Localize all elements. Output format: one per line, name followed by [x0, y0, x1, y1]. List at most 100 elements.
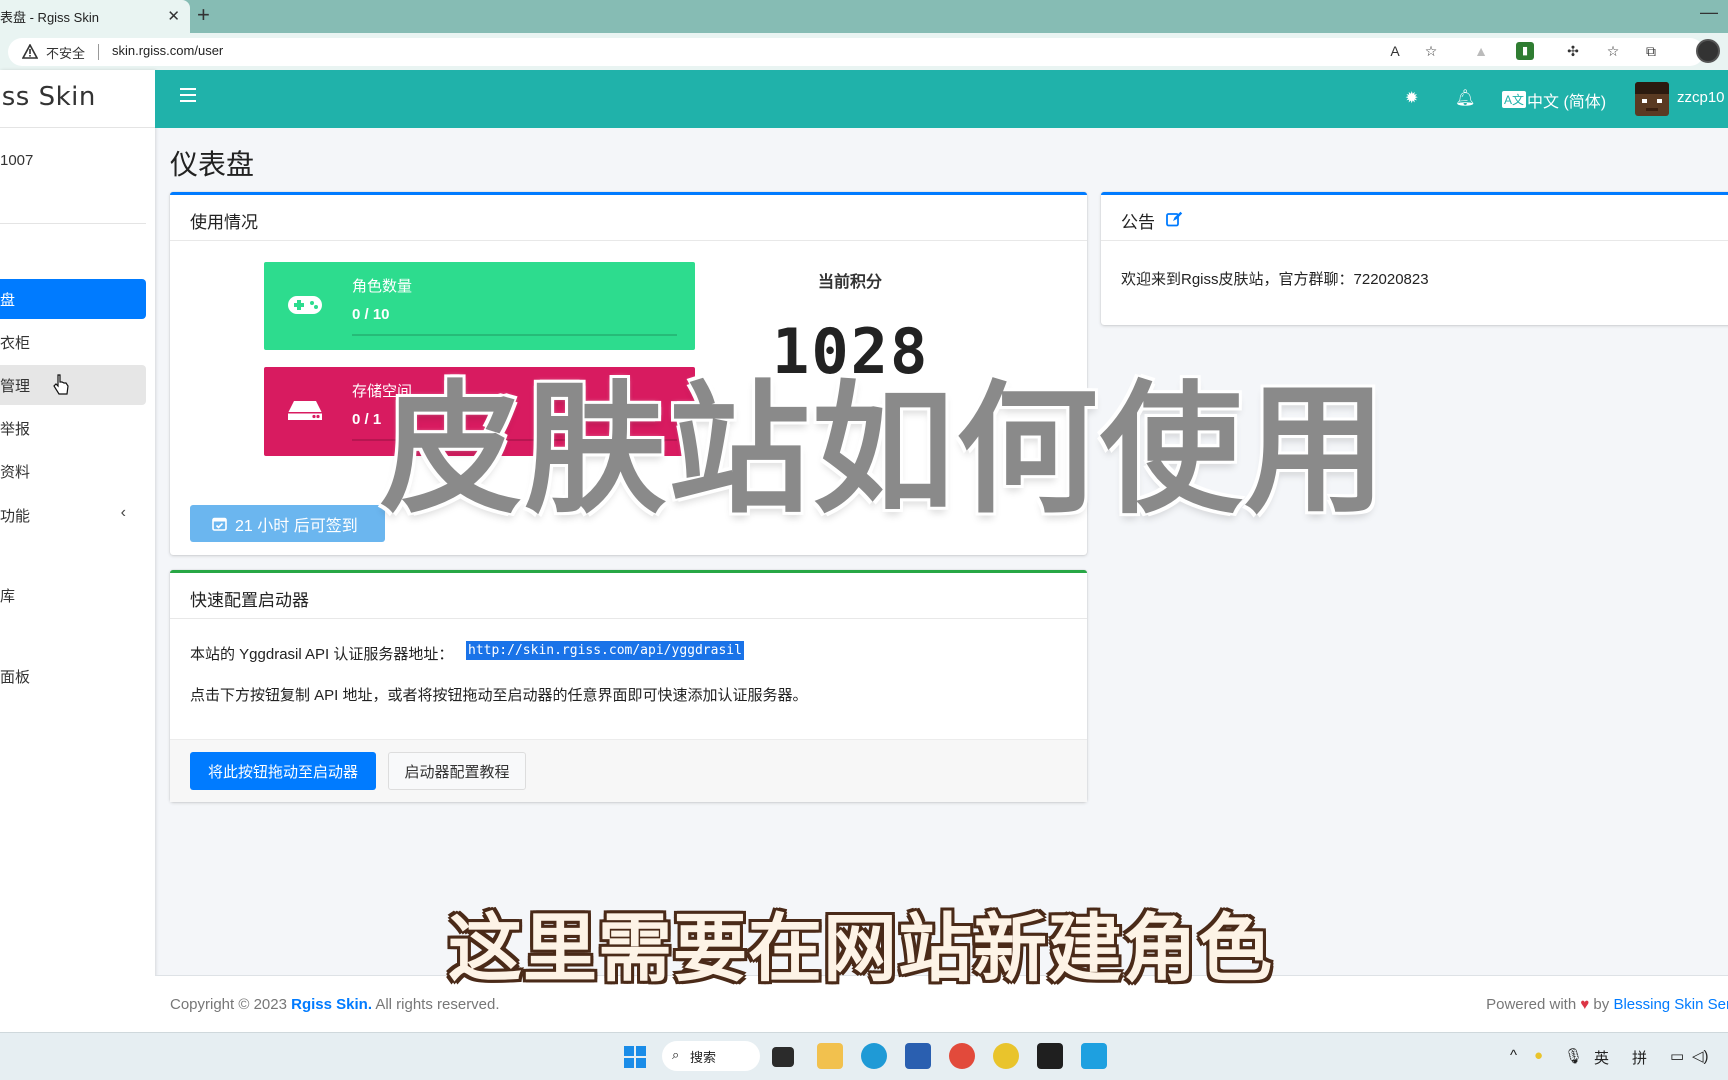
usage-card-header: 使用情况	[170, 195, 1087, 241]
task-view-icon[interactable]	[772, 1047, 794, 1067]
launcher-tutorial-button[interactable]: 启动器配置教程	[388, 752, 526, 790]
app-yellow-icon[interactable]	[993, 1043, 1019, 1069]
sidebar: iss Skin 1007 盘 衣柜 管理 举报 资料 功能 ‹ 库 面板	[0, 70, 155, 1032]
site-link[interactable]: Rgiss Skin.	[291, 996, 372, 1013]
calendar-check-icon	[212, 517, 227, 531]
bell-icon[interactable]: 🔔︎	[1455, 88, 1475, 108]
top-navbar: ✹ 🔔︎ A文 中文 (简体) zzcp10	[155, 70, 1728, 128]
taskbar-search[interactable]: ⌕ 搜索	[662, 1041, 760, 1071]
language-icon: A文	[1502, 91, 1527, 108]
extension-triangle-icon[interactable]: ▲	[1472, 42, 1490, 60]
volume-icon[interactable]: ◁)	[1692, 1047, 1709, 1065]
microphone-icon[interactable]: 🎙︎	[1564, 1047, 1583, 1065]
heart-icon: ♥	[1580, 996, 1590, 1013]
blessing-skin-link[interactable]: Blessing Skin Ser	[1613, 996, 1728, 1013]
network-icon[interactable]: ▭	[1670, 1047, 1684, 1065]
new-tab-button[interactable]: +	[197, 4, 210, 26]
profile-icon[interactable]	[1696, 39, 1720, 63]
checkin-button[interactable]: 21 小时 后可签到	[190, 505, 385, 542]
score-title: 当前积分	[818, 274, 883, 291]
browser-tab-bar: 表盘 - Rgiss Skin ✕ + —	[0, 0, 1728, 33]
browser-toolbar: 不安全 skin.rgiss.com/user A ☆ ▲ ▮ ✣ ☆ ⧉	[0, 33, 1728, 70]
roles-label: 角色数量	[352, 278, 413, 295]
sidebar-item-closet[interactable]: 衣柜	[0, 322, 146, 362]
roles-value: 0 / 10	[352, 306, 390, 323]
extension-green-icon[interactable]: ▮	[1516, 42, 1534, 60]
powered-prefix: Powered with	[1486, 996, 1581, 1013]
favorite-add-icon[interactable]: ☆	[1422, 42, 1440, 60]
sidebar-item-label: 资料	[0, 463, 31, 481]
drag-to-launcher-button[interactable]: 将此按钮拖动至启动器	[190, 752, 376, 790]
notice-card: 公告	[1101, 192, 1728, 325]
tab-title: 表盘 - Rgiss Skin	[0, 10, 99, 25]
gamepad-icon	[288, 296, 322, 314]
address-bar[interactable]: 不安全 skin.rgiss.com/user A ☆ ▲ ▮ ✣ ☆ ⧉	[8, 38, 1704, 66]
sidebar-item-more-features[interactable]: 功能 ‹	[0, 495, 146, 535]
hard-drive-icon	[288, 401, 322, 420]
search-icon: ⌕	[672, 1047, 680, 1062]
overlay-title: 皮肤站如何使用	[380, 368, 1388, 533]
sidebar-item-label: 功能	[0, 507, 31, 525]
app-red-icon[interactable]	[949, 1043, 975, 1069]
ime-mode[interactable]: 拼	[1632, 1047, 1647, 1068]
tab-close-icon[interactable]: ✕	[167, 7, 180, 25]
browser-tab[interactable]: 表盘 - Rgiss Skin ✕	[0, 0, 190, 33]
favorites-icon[interactable]: ☆	[1604, 42, 1622, 60]
powered-by: by	[1589, 996, 1614, 1013]
roles-progress-bar	[352, 334, 677, 336]
tray-chevron-up-icon[interactable]: ^	[1510, 1047, 1517, 1064]
copyright-text: Copyright © 2023 Rgiss Skin. All rights …	[170, 996, 500, 1013]
app-blue-icon[interactable]	[1081, 1043, 1107, 1069]
minimize-button[interactable]: —	[1700, 2, 1718, 23]
tray-app-icon[interactable]: ●	[1534, 1047, 1543, 1064]
notice-text: 欢迎来到Rgiss皮肤站，官方群聊：722020823	[1121, 271, 1429, 288]
sidebar-item-label: 库	[0, 587, 16, 605]
edge-browser-icon[interactable]	[861, 1043, 887, 1069]
url-text[interactable]: skin.rgiss.com/user	[112, 43, 223, 58]
notice-card-header: 公告	[1101, 195, 1728, 241]
sidebar-item-skinlib[interactable]: 库	[0, 575, 146, 615]
user-menu-name[interactable]: zzcp10	[1677, 89, 1725, 106]
menu-toggle-icon[interactable]	[180, 88, 196, 102]
address-divider	[98, 44, 99, 60]
windows-start-icon[interactable]	[624, 1046, 646, 1068]
sidebar-item-dashboard[interactable]: 盘	[0, 279, 146, 319]
settings-gear-icon[interactable]: ✹	[1405, 88, 1418, 108]
sidebar-item-admin-panel[interactable]: 面板	[0, 656, 146, 696]
usage-card-title: 使用情况	[190, 213, 258, 232]
sidebar-item-label: 盘	[0, 291, 16, 309]
ime-language[interactable]: 英	[1594, 1047, 1609, 1068]
terminal-icon[interactable]	[1037, 1043, 1063, 1069]
sidebar-item-label: 面板	[0, 668, 31, 686]
api-description: 点击下方按钮复制 API 地址，或者将按钮拖动至启动器的任意界面即可快速添加认证…	[190, 687, 808, 704]
checkin-label: 21 小时 后可签到	[235, 517, 358, 535]
storage-value: 0 / 1	[352, 411, 382, 428]
sidebar-item-label: 举报	[0, 420, 31, 438]
sidebar-item-player-manage[interactable]: 管理	[0, 365, 146, 405]
sidebar-item-profile[interactable]: 资料	[0, 451, 146, 491]
api-url[interactable]: http://skin.rgiss.com/api/yggdrasil	[466, 641, 744, 660]
extensions-icon[interactable]: ✣	[1564, 42, 1582, 60]
collections-icon[interactable]: ⧉	[1642, 42, 1660, 60]
taskbar-search-label: 搜索	[690, 1049, 717, 1065]
sidebar-item-label: 衣柜	[0, 334, 31, 352]
hand-cursor-icon	[53, 374, 69, 395]
read-aloud-icon[interactable]: A	[1386, 42, 1404, 60]
user-divider	[0, 223, 146, 224]
brand-logo-text[interactable]: iss Skin	[0, 82, 96, 112]
store-icon[interactable]	[905, 1043, 931, 1069]
copyright-prefix: Copyright © 2023	[170, 996, 292, 1013]
sidebar-user-name[interactable]: 1007	[0, 152, 33, 169]
edit-icon[interactable]	[1166, 211, 1183, 227]
windows-taskbar: ⌕ 搜索 ^ ● 🎙︎ 英 拼 ▭ ◁)	[0, 1032, 1728, 1080]
avatar[interactable]	[1635, 82, 1669, 116]
sidebar-item-report[interactable]: 举报	[0, 408, 146, 448]
file-explorer-icon[interactable]	[817, 1043, 843, 1069]
copyright-suffix: All rights reserved.	[371, 996, 500, 1013]
language-selector[interactable]: 中文 (简体)	[1527, 88, 1606, 112]
sidebar-item-label: 管理	[0, 377, 31, 395]
chevron-left-icon: ‹	[120, 504, 126, 521]
warning-icon	[22, 44, 38, 59]
launcher-card-title: 快速配置启动器	[190, 591, 309, 610]
security-label[interactable]: 不安全	[46, 43, 85, 62]
